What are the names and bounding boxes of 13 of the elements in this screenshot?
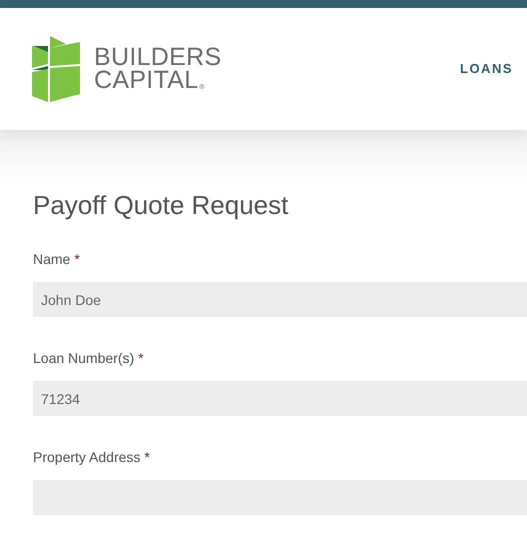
input-field[interactable]: 71234: [33, 381, 527, 416]
required-mark: *: [74, 250, 80, 268]
logo-icon: [32, 36, 82, 102]
required-mark: *: [144, 448, 150, 466]
logo-text: CAPITAL: [94, 69, 198, 92]
page-title: Payoff Quote Request: [33, 190, 290, 220]
field-label: Property Address: [33, 448, 140, 466]
field-label: Loan Number(s): [33, 349, 134, 367]
nav-link[interactable]: LOANS: [460, 59, 513, 79]
input-field[interactable]: John Doe: [33, 282, 527, 317]
logo-text: BUILDERS: [94, 46, 222, 69]
field-label: Name: [33, 250, 70, 268]
required-mark: *: [138, 349, 144, 367]
